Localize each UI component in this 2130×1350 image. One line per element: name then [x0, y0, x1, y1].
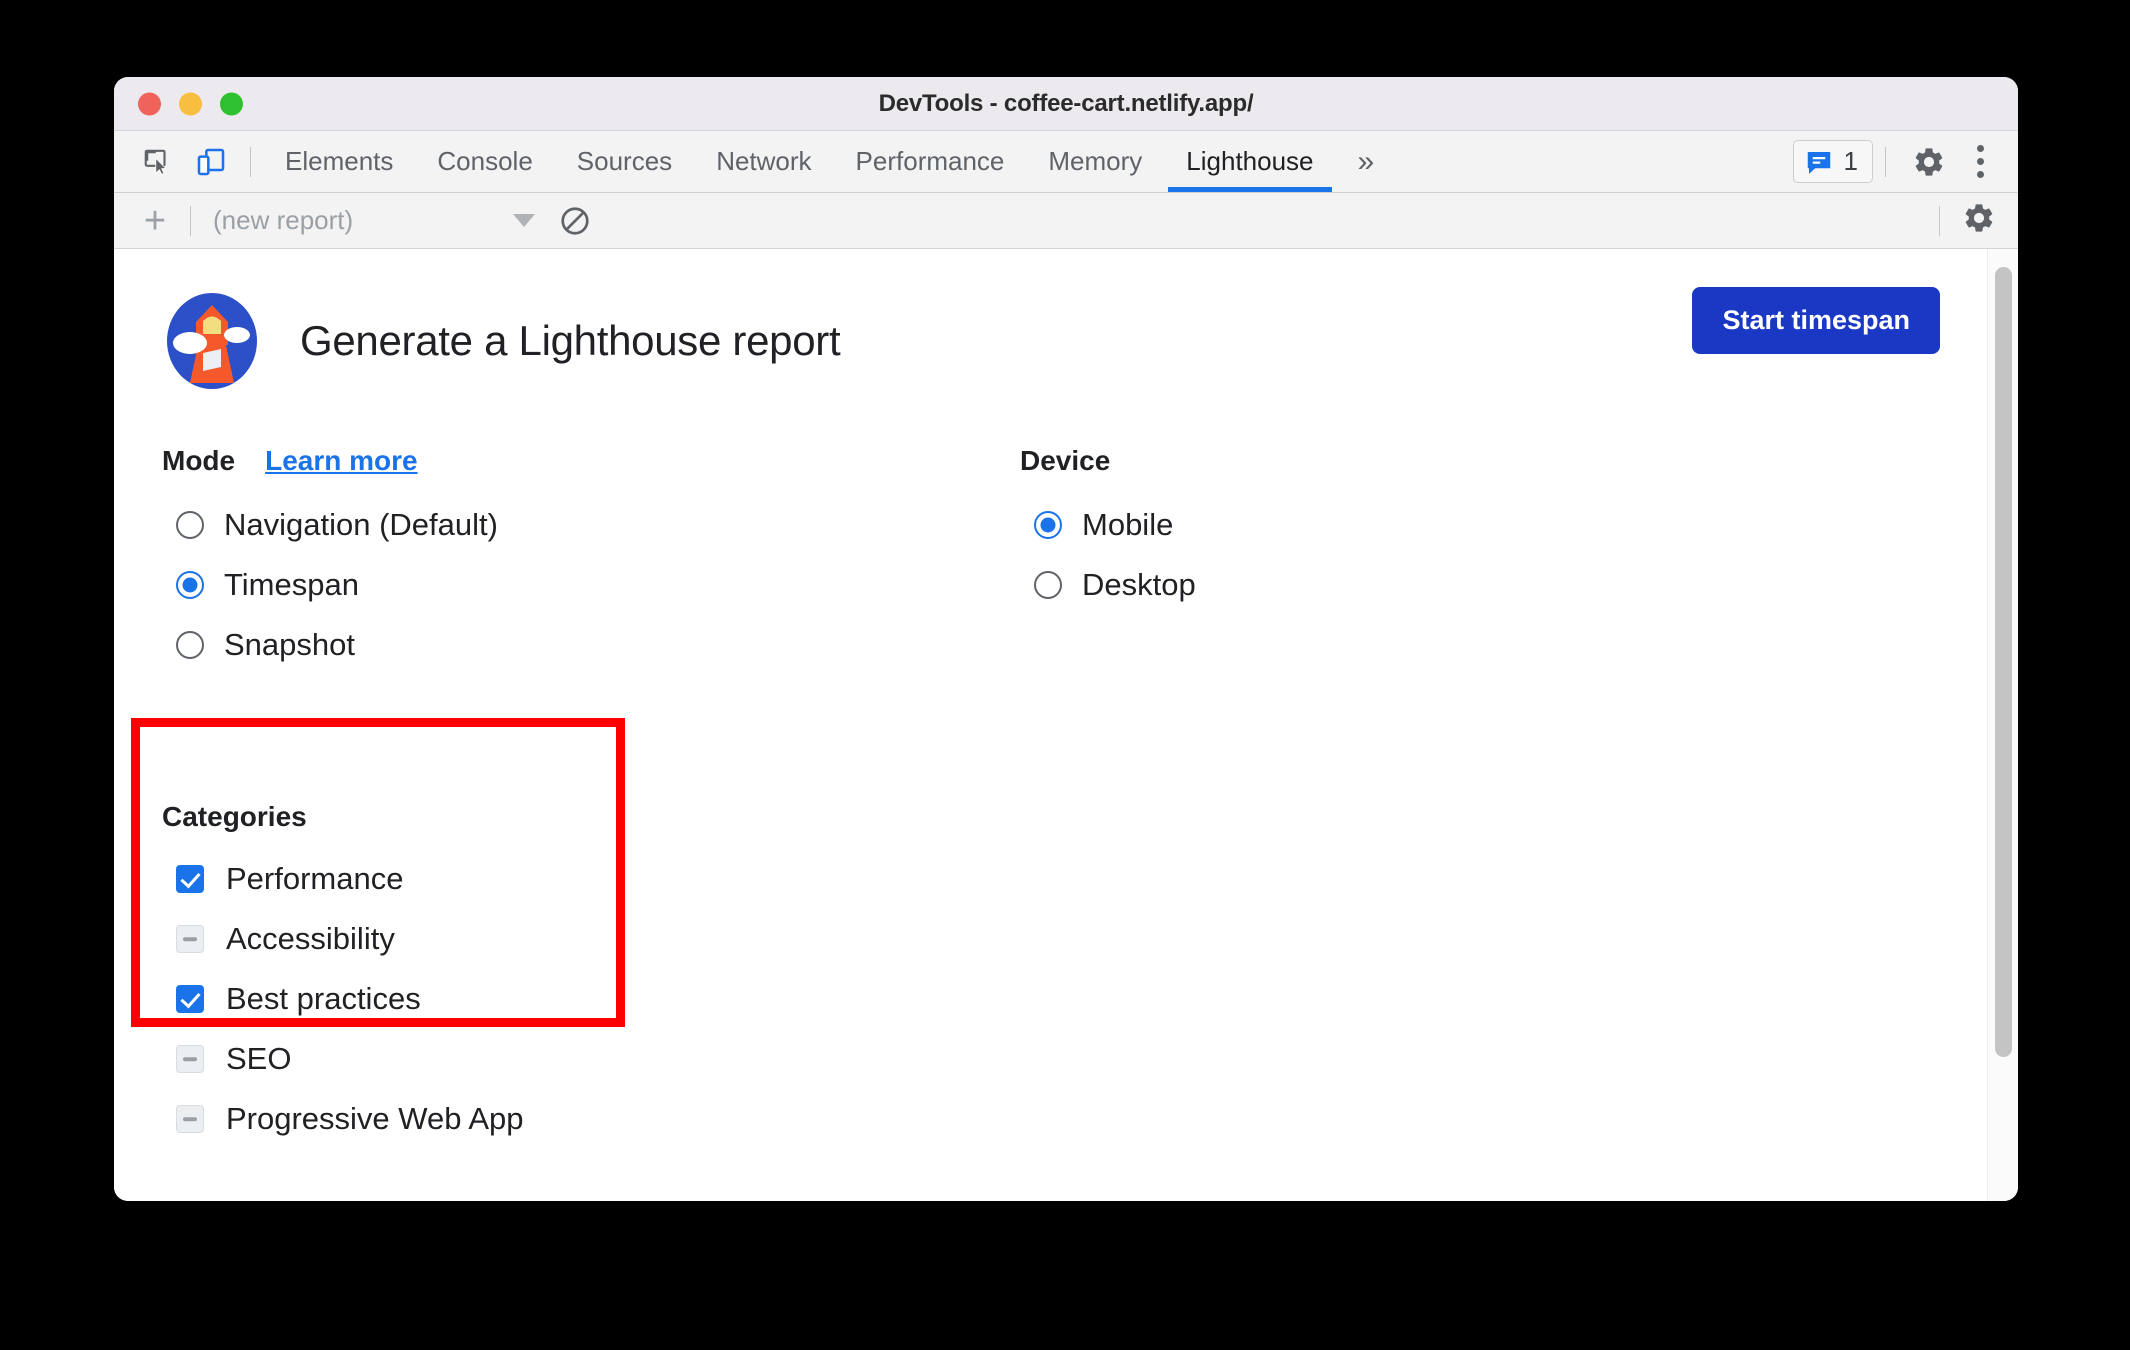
tab-label: Memory: [1048, 146, 1143, 176]
tab-label: Sources: [576, 146, 673, 176]
issues-badge[interactable]: 1: [1792, 140, 1873, 183]
report-selector[interactable]: (new report): [213, 205, 553, 236]
toolbar-divider: [190, 205, 191, 236]
tab-label: Performance: [855, 146, 1005, 176]
checkbox-icon-indeterminate[interactable]: [176, 925, 204, 953]
subtoolbar-right-controls: [1939, 193, 1996, 248]
devtools-tabbar: Elements Console Sources Network Perform…: [114, 131, 2018, 193]
radio-icon-selected[interactable]: [1034, 511, 1062, 539]
mode-group: Mode Learn more Navigation (Default) Tim…: [162, 445, 782, 675]
mode-title: Mode: [162, 445, 236, 476]
checkbox-icon-indeterminate[interactable]: [176, 1045, 204, 1073]
tab-label: Network: [716, 146, 812, 176]
checkbox-icon-checked[interactable]: [176, 985, 204, 1013]
start-timespan-button[interactable]: Start timespan: [1692, 287, 1940, 354]
new-report-button[interactable]: +: [132, 201, 178, 241]
category-label: Performance: [226, 861, 404, 896]
tab-network[interactable]: Network: [694, 131, 833, 192]
radio-icon-selected[interactable]: [176, 571, 204, 599]
tab-label: Console: [437, 146, 533, 176]
maximize-window-button[interactable]: [220, 92, 243, 115]
radio-icon[interactable]: [176, 511, 204, 539]
tabbar-right-controls: 1: [1792, 131, 2000, 192]
toolbar-divider: [1885, 146, 1886, 177]
window-title: DevTools - coffee-cart.netlify.app/: [878, 89, 1254, 117]
mode-group-header: Mode Learn more: [162, 445, 782, 477]
tab-performance[interactable]: Performance: [834, 131, 1027, 192]
lighthouse-logo-icon: [167, 293, 257, 389]
tab-memory[interactable]: Memory: [1026, 131, 1164, 192]
lighthouse-panel: Generate a Lighthouse report Start times…: [114, 249, 2018, 1201]
device-option-mobile[interactable]: Mobile: [1020, 495, 1580, 555]
tab-sources[interactable]: Sources: [555, 131, 694, 192]
mode-option-navigation[interactable]: Navigation (Default): [162, 495, 782, 555]
more-tabs-label: »: [1357, 144, 1375, 178]
toolbar-divider: [250, 146, 251, 177]
settings-gear-icon[interactable]: [1898, 145, 1960, 179]
issues-count: 1: [1843, 146, 1858, 176]
category-label: SEO: [226, 1041, 292, 1076]
devtools-window: DevTools - coffee-cart.netlify.app/ Elem…: [114, 77, 2018, 1201]
scrollbar-thumb[interactable]: [1995, 267, 2012, 1057]
lighthouse-header: Generate a Lighthouse report Start times…: [114, 249, 2018, 391]
device-option-label: Desktop: [1082, 567, 1196, 602]
more-options-icon[interactable]: [1960, 145, 2000, 178]
mode-option-label: Navigation (Default): [224, 507, 498, 542]
clear-all-icon[interactable]: [559, 205, 591, 237]
chevron-down-icon: [513, 214, 535, 227]
categories-title: Categories: [162, 801, 307, 832]
inspect-element-icon[interactable]: [130, 137, 184, 187]
lighthouse-settings-gear-icon[interactable]: [1962, 201, 1996, 240]
category-label: Progressive Web App: [226, 1101, 524, 1136]
category-accessibility[interactable]: Accessibility: [162, 909, 862, 969]
lighthouse-subtoolbar: + (new report): [114, 193, 2018, 249]
mode-option-timespan[interactable]: Timespan: [162, 555, 782, 615]
report-selector-value: (new report): [213, 205, 354, 235]
category-label: Best practices: [226, 981, 421, 1016]
kebab-dot: [1976, 171, 1984, 178]
window-titlebar: DevTools - coffee-cart.netlify.app/: [114, 77, 2018, 131]
kebab-dot: [1976, 145, 1984, 152]
kebab-dot: [1976, 158, 1984, 165]
close-window-button[interactable]: [138, 92, 161, 115]
category-best-practices[interactable]: Best practices: [162, 969, 862, 1029]
radio-icon[interactable]: [1034, 571, 1062, 599]
device-title: Device: [1020, 445, 1111, 476]
device-group: Device Mobile Desktop: [1020, 445, 1580, 615]
tab-lighthouse[interactable]: Lighthouse: [1164, 131, 1335, 192]
categories-group: Categories Performance Accessibility Bes…: [162, 801, 862, 1149]
radio-icon[interactable]: [176, 631, 204, 659]
device-toggle-icon[interactable]: [184, 137, 238, 187]
devtools-tab-list: Elements Console Sources Network Perform…: [263, 131, 1396, 192]
issues-message-icon: [1807, 151, 1830, 174]
category-progressive-web-app[interactable]: Progressive Web App: [162, 1089, 862, 1149]
traffic-lights: [138, 92, 243, 115]
mode-option-snapshot[interactable]: Snapshot: [162, 615, 782, 675]
device-group-header: Device: [1020, 445, 1580, 477]
checkbox-icon-indeterminate[interactable]: [176, 1105, 204, 1133]
checkbox-icon-checked[interactable]: [176, 865, 204, 893]
mode-learn-more-link[interactable]: Learn more: [265, 445, 418, 477]
minimize-window-button[interactable]: [179, 92, 202, 115]
tab-label: Elements: [285, 146, 394, 176]
tab-label: Lighthouse: [1186, 146, 1314, 176]
toolbar-divider: [1939, 205, 1940, 236]
page-title: Generate a Lighthouse report: [300, 317, 841, 364]
device-option-desktop[interactable]: Desktop: [1020, 555, 1580, 615]
category-label: Accessibility: [226, 921, 395, 956]
category-performance[interactable]: Performance: [162, 849, 862, 909]
tab-elements[interactable]: Elements: [263, 131, 415, 192]
mode-option-label: Timespan: [224, 567, 359, 602]
tab-console[interactable]: Console: [415, 131, 554, 192]
plus-icon: +: [143, 199, 167, 242]
category-seo[interactable]: SEO: [162, 1029, 862, 1089]
device-option-label: Mobile: [1082, 507, 1174, 542]
panel-scrollbar[interactable]: [1987, 249, 2018, 1201]
mode-option-label: Snapshot: [224, 627, 355, 662]
more-tabs-icon[interactable]: »: [1336, 131, 1397, 192]
